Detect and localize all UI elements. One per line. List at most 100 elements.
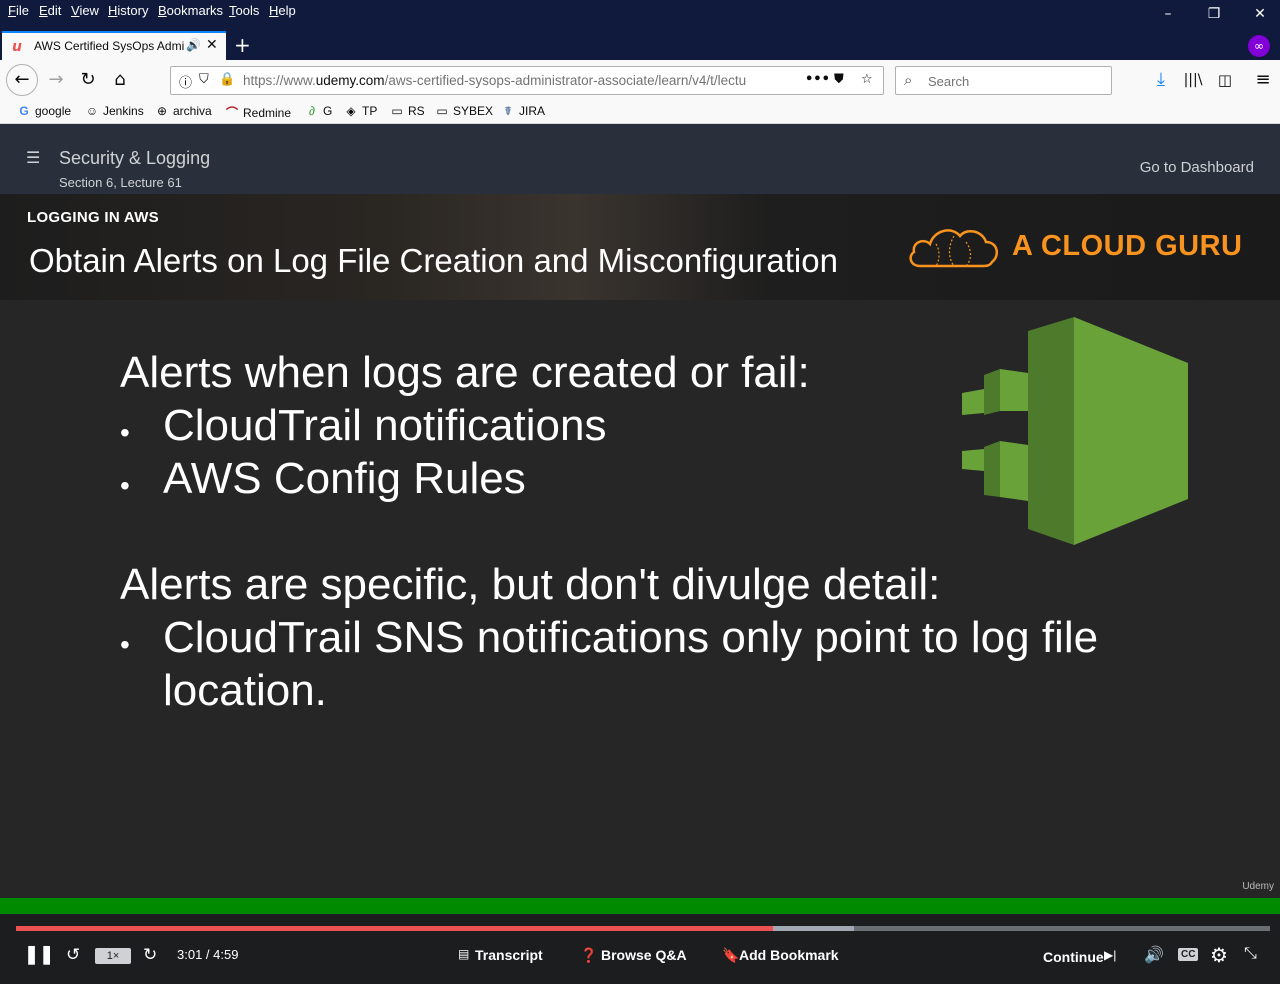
- bookmark-folder-rs[interactable]: ▭ RS: [389, 104, 425, 118]
- progress-played: [16, 926, 773, 931]
- tracking-shield-icon[interactable]: ⛉: [199, 72, 209, 87]
- progress-green-bar: [0, 898, 1280, 914]
- tp-icon: ◈: [346, 104, 356, 118]
- menu-tools[interactable]: Tools: [229, 3, 259, 18]
- jira-icon: ☤: [503, 104, 513, 118]
- go-to-dashboard-link[interactable]: Go to Dashboard: [1140, 159, 1254, 176]
- question-icon: ❓: [580, 947, 598, 963]
- udemy-watermark: Udemy: [1242, 881, 1274, 892]
- url-bar[interactable]: ⓘ ⛉ 🔒 https://www.udemy.com/aws-certifie…: [170, 66, 884, 95]
- bookmark-label: JIRA: [519, 104, 546, 118]
- udemy-favicon-icon: u: [12, 39, 22, 55]
- jenkins-icon: ☺: [85, 104, 99, 118]
- slide-bullet: CloudTrail notifications: [163, 401, 607, 450]
- forward-button[interactable]: →: [44, 68, 68, 92]
- progress-track[interactable]: [16, 926, 1270, 931]
- volume-icon[interactable]: 🔊: [1144, 945, 1164, 965]
- captions-icon[interactable]: CC: [1178, 948, 1199, 961]
- slide-kicker: LOGGING IN AWS: [27, 209, 159, 226]
- page-actions-icon[interactable]: •••: [805, 72, 830, 87]
- bullet-dot: •: [120, 629, 130, 660]
- speaker-icon[interactable]: 🔊: [186, 38, 201, 52]
- restore-icon[interactable]: ❐: [1204, 4, 1224, 24]
- slide-bullet-continuation: location.: [163, 666, 327, 715]
- home-button[interactable]: ⌂: [108, 68, 132, 92]
- bookmark-label: google: [35, 104, 72, 118]
- settings-gear-icon[interactable]: ⚙: [1210, 943, 1228, 968]
- minimize-icon[interactable]: –: [1158, 4, 1178, 24]
- sidebar-icon[interactable]: ◫: [1213, 68, 1237, 92]
- folder-icon: ▭: [436, 104, 448, 118]
- pocket-icon[interactable]: ⛊: [834, 72, 844, 87]
- hamburger-menu-icon[interactable]: ≡: [1251, 68, 1275, 92]
- tab-title: AWS Certified SysOps Admi: [34, 39, 184, 53]
- bookmark-label: RS: [408, 104, 425, 118]
- bookmark-google[interactable]: Ggoogle: [16, 104, 71, 118]
- info-icon[interactable]: ⓘ: [179, 72, 192, 91]
- video-player[interactable]: LOGGING IN AWS Obtain Alerts on Log File…: [0, 194, 1280, 898]
- lock-icon[interactable]: 🔒: [219, 72, 235, 87]
- downloads-icon[interactable]: ⤓: [1149, 68, 1173, 92]
- globe-icon: ⊕: [156, 104, 168, 118]
- close-tab-icon[interactable]: ✕: [206, 37, 218, 53]
- browse-qa-button[interactable]: Browse Q&A: [601, 947, 687, 963]
- menu-bookmarks[interactable]: Bookmarks: [158, 3, 223, 18]
- library-icon[interactable]: |||\: [1181, 68, 1205, 92]
- close-window-icon[interactable]: ✕: [1250, 4, 1270, 24]
- url-path: /aws-certified-sysops-administrator-asso…: [384, 73, 747, 88]
- bookmark-tp[interactable]: ◈ TP: [343, 104, 377, 118]
- playback-speed-button[interactable]: 1×: [95, 948, 131, 964]
- bookmark-label: Redmine: [243, 106, 292, 120]
- menu-file[interactable]: File: [8, 3, 29, 18]
- slide-bullet: AWS Config Rules: [163, 454, 526, 503]
- cloud-guru-brand: A CLOUD GURU: [1012, 230, 1243, 262]
- bookmark-icon: 🔖: [722, 947, 740, 963]
- skip-next-icon[interactable]: ▶|: [1104, 948, 1116, 962]
- bookmark-star-icon[interactable]: ☆: [861, 72, 873, 87]
- pause-icon[interactable]: ❚❚: [24, 944, 54, 965]
- search-input[interactable]: Search: [928, 74, 969, 89]
- lecture-header: ☰ Security & Logging Section 6, Lecture …: [0, 124, 1280, 194]
- slide-heading-2: Alerts are specific, but don't divulge d…: [120, 560, 941, 609]
- url-text[interactable]: https://www.udemy.com/aws-certified-syso…: [243, 73, 773, 88]
- bookmark-label: G: [323, 104, 333, 118]
- bookmark-label: archiva: [173, 104, 212, 118]
- curriculum-list-icon[interactable]: ☰: [26, 148, 40, 167]
- lecture-title: Security & Logging: [59, 148, 211, 168]
- redmine-icon: ⌒: [225, 106, 238, 120]
- bookmark-label: Jenkins: [103, 104, 144, 118]
- bookmark-jira[interactable]: ☤ JIRA: [500, 104, 545, 118]
- tab-strip: u AWS Certified SysOps Admi 🔊 ✕ + ∞: [0, 30, 1280, 60]
- cloud-guru-logo-icon: [909, 229, 999, 268]
- menu-edit[interactable]: Edit: [39, 3, 61, 18]
- google-icon: G: [19, 104, 29, 118]
- bookmark-label: SYBEX: [453, 104, 494, 118]
- add-bookmark-button[interactable]: Add Bookmark: [739, 947, 839, 963]
- bookmark-g[interactable]: ∂ G: [304, 104, 332, 118]
- forward-icon[interactable]: ↻: [143, 945, 157, 965]
- menu-help[interactable]: Help: [269, 3, 296, 18]
- private-browsing-icon: ∞: [1248, 35, 1270, 57]
- rewind-icon[interactable]: ↺: [66, 945, 80, 965]
- bookmark-label: TP: [362, 104, 378, 118]
- reload-button[interactable]: ↻: [76, 68, 100, 92]
- bullet-dot: •: [120, 417, 130, 448]
- transcript-button[interactable]: Transcript: [475, 947, 543, 963]
- search-bar[interactable]: ⌕ Search: [895, 66, 1112, 95]
- bookmark-folder-sybex[interactable]: ▭ SYBEX: [434, 104, 493, 118]
- back-button[interactable]: ←: [6, 64, 38, 96]
- menu-view[interactable]: View: [71, 3, 99, 18]
- continue-button[interactable]: Continue: [1043, 949, 1104, 965]
- bookmark-redmine[interactable]: ⌒ Redmine: [224, 104, 291, 121]
- transcript-icon: ▤: [458, 947, 470, 961]
- title-bar: File Edit View History Bookmarks Tools H…: [0, 0, 1280, 30]
- new-tab-button[interactable]: +: [234, 33, 251, 57]
- slide-banner: LOGGING IN AWS Obtain Alerts on Log File…: [0, 194, 1280, 300]
- browser-tab[interactable]: u AWS Certified SysOps Admi 🔊 ✕: [2, 31, 226, 60]
- bookmark-jenkins[interactable]: ☺ Jenkins: [84, 104, 144, 118]
- bookmark-archiva[interactable]: ⊕ archiva: [154, 104, 212, 118]
- menu-history[interactable]: History: [108, 3, 148, 18]
- bullet-dot: •: [120, 470, 130, 501]
- player-controls: ❚❚ ↺ 1× ↻ 3:01 / 4:59 ▤ Transcript ❓ Bro…: [0, 914, 1280, 984]
- fullscreen-icon[interactable]: ⤡: [1244, 945, 1257, 963]
